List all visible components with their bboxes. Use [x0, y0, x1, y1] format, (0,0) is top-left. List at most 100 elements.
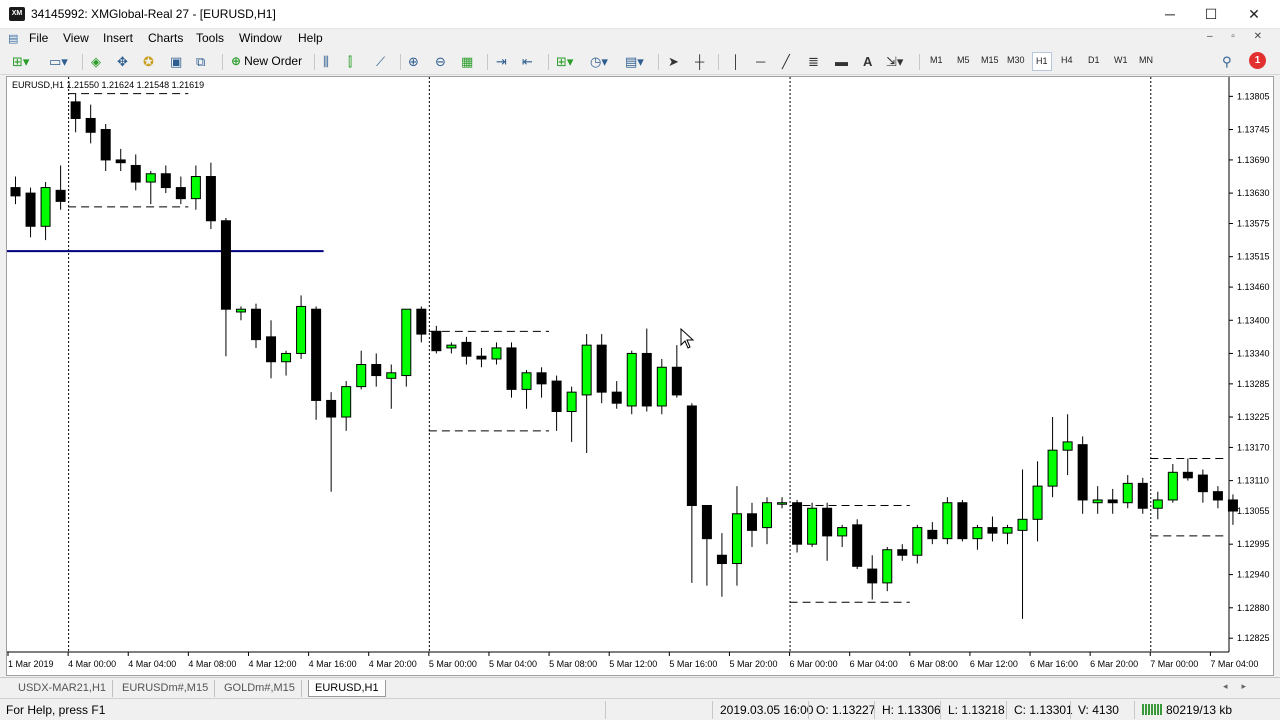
cursor-icon[interactable]: ➤: [668, 53, 679, 71]
candle-body: [266, 336, 277, 363]
zoom-out-icon[interactable]: ⊖: [435, 53, 446, 71]
close-button[interactable]: ✕: [1232, 0, 1276, 29]
menu-file[interactable]: File: [29, 31, 48, 45]
y-tick-label: 1.12995: [1237, 539, 1270, 549]
tab-usdx[interactable]: USDX-MAR21,H1: [12, 680, 114, 697]
candle: [1212, 486, 1223, 509]
timeframe-mn[interactable]: MN: [1139, 55, 1153, 65]
menu-window[interactable]: Window: [239, 31, 282, 45]
menu-charts[interactable]: Charts: [148, 31, 183, 45]
bar-chart-icon[interactable]: ⫼: [323, 53, 329, 71]
candle: [1017, 469, 1028, 619]
tab-scroll-arrows[interactable]: ◂▸: [1223, 681, 1260, 692]
terminal-icon[interactable]: ▣: [170, 53, 182, 71]
candle: [626, 350, 637, 415]
tile-windows-icon[interactable]: ▦: [461, 53, 473, 71]
candle-body: [852, 524, 863, 567]
candle-body: [1212, 491, 1223, 501]
horizontal-line-icon[interactable]: ─: [756, 53, 765, 71]
candle: [371, 353, 382, 387]
profiles-icon[interactable]: ▭▾: [49, 53, 68, 71]
y-tick-label: 1.13055: [1237, 506, 1270, 516]
new-order-button[interactable]: ⊕ New Order: [231, 52, 302, 71]
strategy-tester-icon[interactable]: ⧉: [196, 53, 205, 71]
notification-badge[interactable]: 1: [1249, 52, 1266, 69]
timeframe-m5[interactable]: M5: [957, 55, 970, 65]
indicators-icon[interactable]: ⊞▾: [556, 53, 573, 71]
chart-window[interactable]: 1.13805 1.13745 1.13690 1.13630 1.13575 1.135…: [6, 76, 1274, 676]
timeframe-m30[interactable]: M30: [1007, 55, 1025, 65]
tab-eurusdm[interactable]: EURUSDm#,M15: [116, 680, 216, 697]
mdi-window-controls[interactable]: ‒ ▫ ✕: [1207, 31, 1270, 42]
y-tick-label: 1.12825: [1237, 633, 1270, 643]
candle: [987, 516, 998, 542]
line-chart-icon[interactable]: ⟋: [376, 53, 385, 71]
candle-body: [1047, 449, 1058, 487]
menu-view[interactable]: View: [63, 31, 89, 45]
timeframe-h4[interactable]: H4: [1061, 55, 1073, 65]
arrows-icon[interactable]: ⇲▾: [886, 53, 903, 71]
candle: [416, 306, 427, 343]
data-window-icon[interactable]: ✥: [117, 53, 128, 71]
candle: [281, 350, 292, 376]
trendline-icon[interactable]: ╱: [782, 53, 790, 71]
candle: [311, 306, 322, 420]
candle: [220, 217, 231, 357]
timeframe-m1[interactable]: M1: [930, 55, 943, 65]
candle: [386, 364, 397, 409]
candle: [235, 306, 246, 321]
minimize-button[interactable]: ─: [1148, 0, 1192, 29]
market-watch-icon[interactable]: ◈: [91, 53, 101, 71]
search-icon[interactable]: ⚲: [1222, 53, 1232, 71]
menu-insert[interactable]: Insert: [103, 31, 133, 45]
candlestick-chart-icon[interactable]: ⫿: [348, 53, 352, 71]
x-tick-label: 4 Mar 00:00: [68, 659, 116, 669]
candle-body: [746, 513, 757, 531]
candle-body: [70, 101, 81, 119]
new-chart-icon[interactable]: ⊞▾: [12, 53, 29, 71]
timeframe-m15[interactable]: M15: [981, 55, 999, 65]
menu-tools[interactable]: Tools: [196, 31, 224, 45]
maximize-button[interactable]: ☐: [1189, 0, 1233, 29]
candle-body: [296, 305, 307, 354]
candle: [1122, 475, 1133, 509]
crosshair-icon[interactable]: ┼: [695, 53, 704, 71]
candle: [807, 502, 818, 547]
candle: [55, 165, 66, 210]
timeframe-d1[interactable]: D1: [1088, 55, 1100, 65]
vertical-line-icon[interactable]: │: [732, 53, 740, 71]
timeframe-h1[interactable]: H1: [1032, 52, 1052, 71]
candle-body: [867, 568, 878, 584]
text-tool-icon[interactable]: A: [863, 53, 872, 71]
tab-goldm[interactable]: GOLDm#,M15: [218, 680, 302, 697]
navigator-icon[interactable]: ✪: [143, 53, 154, 71]
candle-body: [1092, 499, 1103, 504]
candle-body: [1167, 471, 1178, 501]
app-logo-icon: XM: [9, 7, 25, 21]
chart-shift-icon[interactable]: ⇥: [496, 53, 507, 71]
y-tick-label: 1.12880: [1237, 603, 1270, 613]
templates-icon[interactable]: ▤▾: [625, 53, 644, 71]
equidistant-channel-icon[interactable]: ≣: [808, 53, 819, 71]
candle: [611, 381, 622, 409]
rectangle-icon[interactable]: ▬: [835, 53, 848, 71]
candle: [521, 370, 532, 409]
menu-help[interactable]: Help: [298, 31, 323, 45]
candle: [461, 336, 472, 365]
candle: [1167, 464, 1178, 503]
candle: [777, 497, 788, 509]
toolbar: ⊞▾ ▭▾ ◈ ✥ ✪ ▣ ⧉ ⊕ New Order ⫼ ⫿ ⟋ ⊕ ⊖ ▦ ⇥…: [0, 49, 1280, 75]
y-tick-label: 1.13745: [1237, 125, 1270, 135]
zoom-in-icon[interactable]: ⊕: [408, 53, 419, 71]
candle: [1002, 524, 1013, 545]
candlestick-chart[interactable]: 1.13805 1.13745 1.13690 1.13630 1.13575 1.135…: [7, 77, 1273, 675]
candle-body: [40, 187, 51, 227]
tab-eurusd-h1[interactable]: EURUSD,H1: [308, 680, 386, 697]
periods-icon[interactable]: ◷▾: [590, 53, 608, 71]
candle: [1047, 417, 1058, 498]
candle-body: [1152, 499, 1163, 509]
chart-window-icon[interactable]: ▤: [8, 32, 18, 45]
autoscroll-icon[interactable]: ⇤: [522, 53, 533, 71]
candle: [957, 499, 968, 542]
timeframe-w1[interactable]: W1: [1114, 55, 1128, 65]
